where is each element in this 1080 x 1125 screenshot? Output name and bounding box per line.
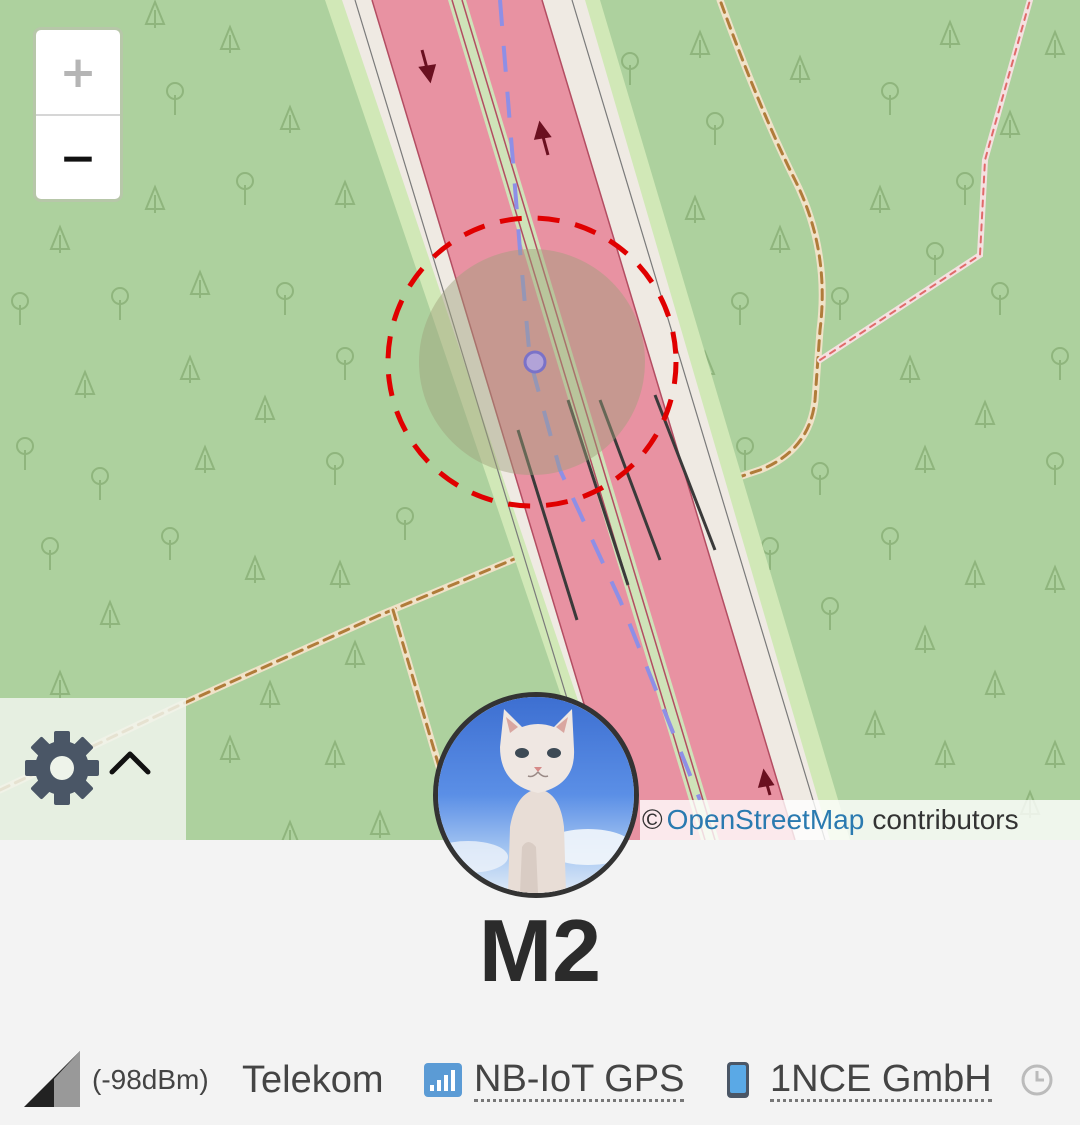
zoom-out-button[interactable]: −	[36, 116, 120, 199]
signal-icon	[24, 1051, 80, 1107]
clock-group[interactable]	[1020, 1050, 1054, 1110]
status-bar: (-98dBm) Telekom NB-IoT GPS 1NCE GmbH	[0, 1050, 1080, 1110]
clock-icon[interactable]	[1020, 1063, 1054, 1097]
sim-provider[interactable]: 1NCE GmbH	[770, 1059, 992, 1102]
openstreetmap-link[interactable]: OpenStreetMap	[667, 804, 865, 836]
position-marker	[523, 350, 547, 374]
chevron-up-icon[interactable]	[108, 748, 152, 778]
signal-group	[24, 1050, 82, 1110]
operator-name: Telekom	[242, 1058, 384, 1101]
device-name: M2	[478, 901, 602, 1000]
tracker-app: + − © OpenStreetMap contributors M2 (-98…	[0, 0, 1080, 1125]
avatar[interactable]	[433, 692, 639, 898]
signal-strength: (-98dBm)	[92, 1064, 209, 1095]
phone-icon	[727, 1062, 749, 1098]
zoom-in-button[interactable]: +	[36, 30, 120, 116]
sim-provider-group[interactable]: 1NCE GmbH	[726, 1050, 992, 1110]
network-mode[interactable]: NB-IoT GPS	[474, 1059, 685, 1102]
settings-panel[interactable]	[0, 698, 186, 840]
map-attribution: © OpenStreetMap contributors	[640, 800, 1080, 840]
network-mode-group[interactable]: NB-IoT GPS	[424, 1050, 685, 1110]
network-bars-icon	[424, 1063, 462, 1097]
gear-icon[interactable]	[24, 730, 100, 806]
kitten-photo	[438, 697, 634, 893]
attribution-suffix: contributors	[872, 804, 1019, 835]
zoom-control: + −	[33, 27, 123, 202]
copyright-symbol: ©	[642, 804, 663, 835]
